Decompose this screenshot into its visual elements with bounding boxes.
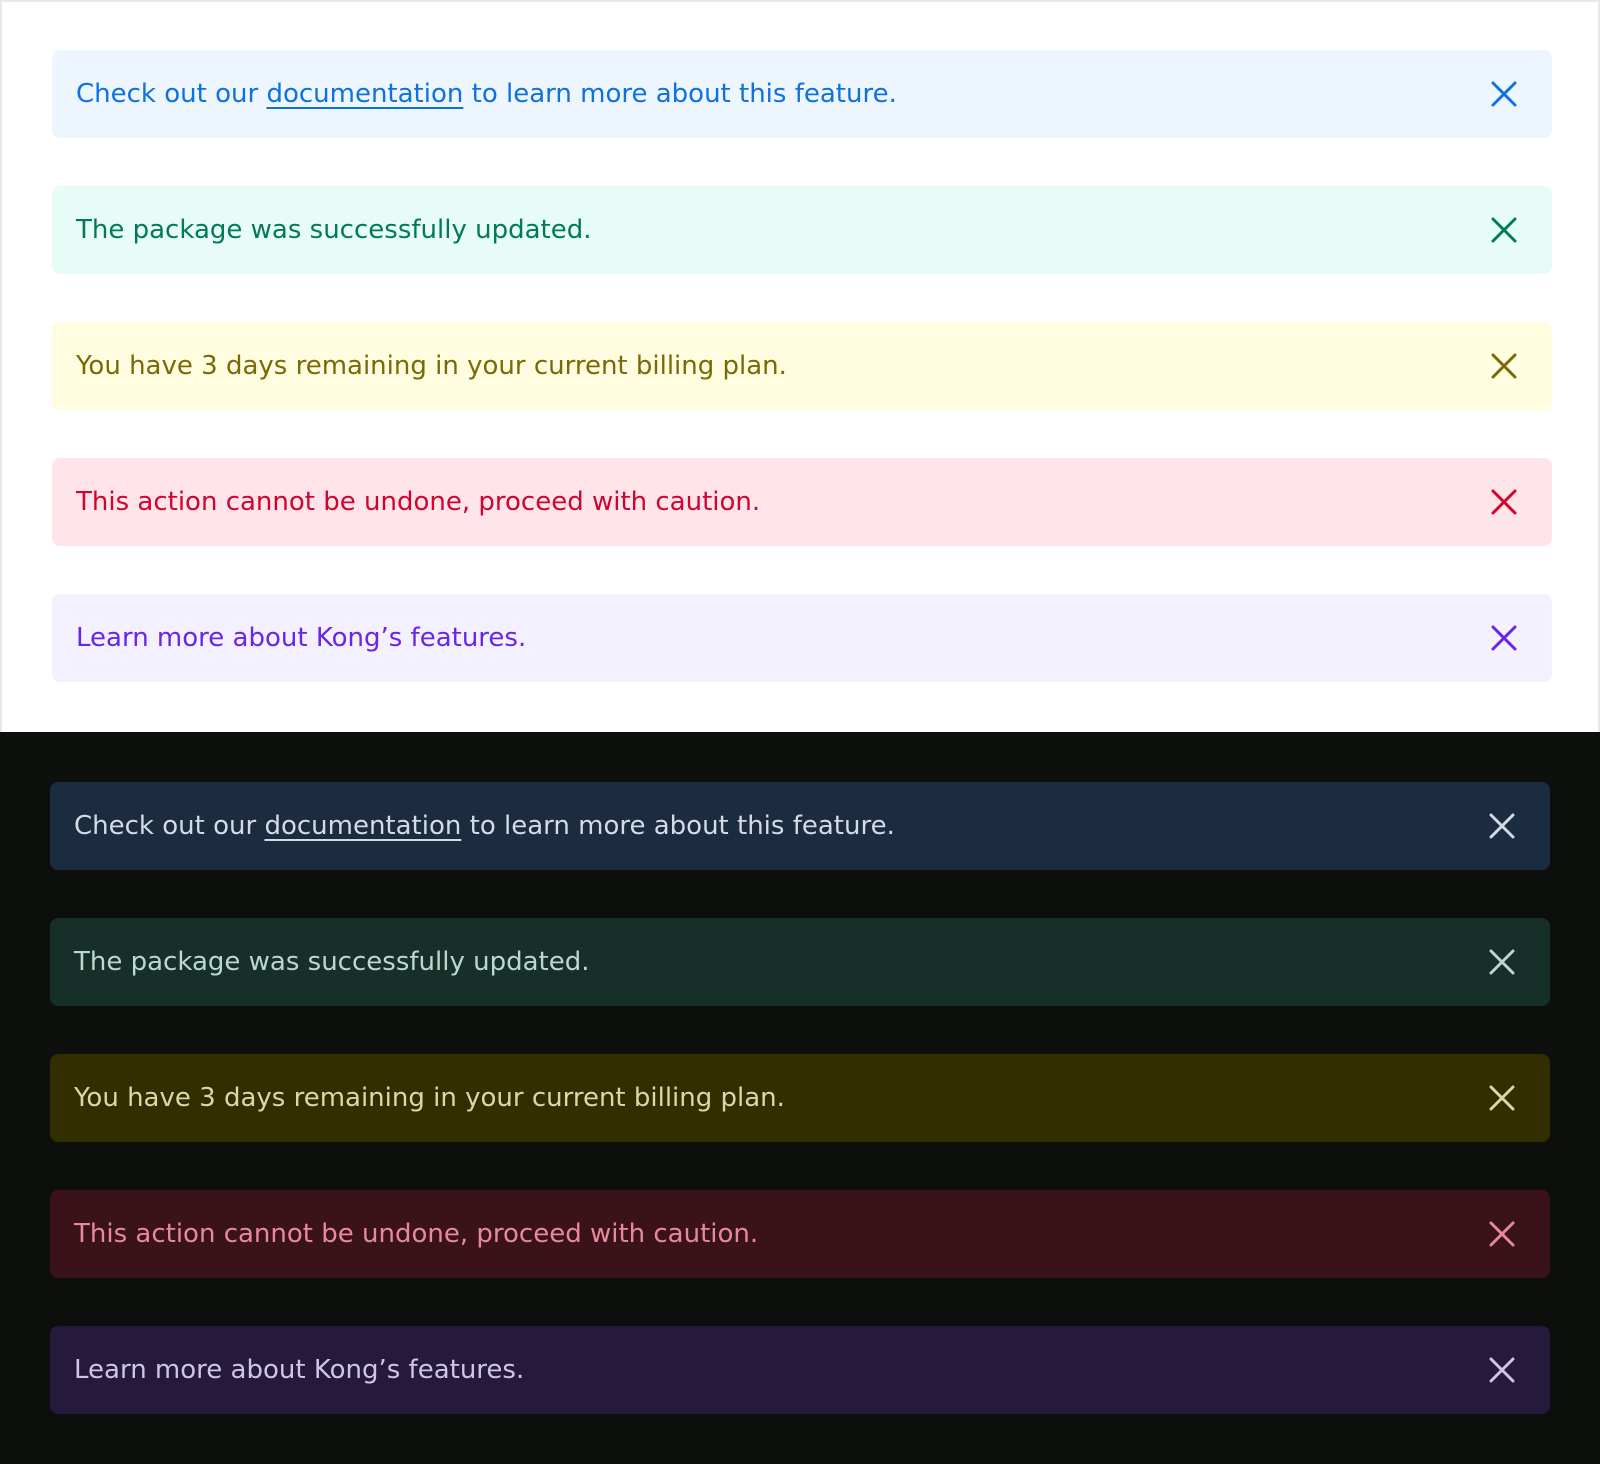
dismiss-button[interactable] [1484,74,1524,114]
close-icon [1489,813,1515,839]
alert-message: The package was successfully updated. [74,947,590,977]
alert-message: You have 3 days remaining in your curren… [74,1083,785,1113]
alert-decorative: Learn more about Kong’s features. [50,1326,1550,1414]
alert-message: You have 3 days remaining in your curren… [76,351,787,381]
alert-text-after: to learn more about this feature. [463,79,897,109]
close-icon [1491,489,1517,515]
alert-decorative: Learn more about Kong’s features. [52,594,1552,682]
close-icon [1491,217,1517,243]
alert-success: The package was successfully updated. [52,186,1552,274]
alert-message: This action cannot be undone, proceed wi… [74,1219,759,1249]
light-theme-panel: Check out our documentation to learn mor… [0,0,1600,732]
alert-message: Check out our documentation to learn mor… [74,813,1482,839]
dismiss-button[interactable] [1482,806,1522,846]
dark-theme-panel: Check out our documentation to learn mor… [0,732,1600,1464]
close-icon [1491,625,1517,651]
alert-success: The package was successfully updated. [50,918,1550,1006]
close-icon [1489,1357,1515,1383]
alert-text-before: Check out our [76,79,267,109]
close-icon [1491,353,1517,379]
alert-warning: You have 3 days remaining in your curren… [50,1054,1550,1142]
alert-danger: This action cannot be undone, proceed wi… [52,458,1552,546]
dismiss-button[interactable] [1484,482,1524,522]
alert-text-after: to learn more about this feature. [461,811,895,841]
close-icon [1489,949,1515,975]
dismiss-button[interactable] [1482,1214,1522,1254]
alert-danger: This action cannot be undone, proceed wi… [50,1190,1550,1278]
alert-message: Learn more about Kong’s features. [76,623,527,653]
close-icon [1491,81,1517,107]
alert-info: Check out our documentation to learn mor… [50,782,1550,870]
alert-message: This action cannot be undone, proceed wi… [76,487,761,517]
alert-text-before: Check out our [74,811,265,841]
documentation-link[interactable]: documentation [264,811,461,841]
alert-message: Check out our documentation to learn mor… [76,81,1484,107]
dismiss-button[interactable] [1484,618,1524,658]
close-icon [1489,1085,1515,1111]
close-icon [1489,1221,1515,1247]
alert-warning: You have 3 days remaining in your curren… [52,322,1552,410]
alert-info: Check out our documentation to learn mor… [52,50,1552,138]
dismiss-button[interactable] [1482,1350,1522,1390]
dismiss-button[interactable] [1484,346,1524,386]
alert-message: The package was successfully updated. [76,215,592,245]
dismiss-button[interactable] [1482,1078,1522,1118]
alert-message: Learn more about Kong’s features. [74,1355,525,1385]
dismiss-button[interactable] [1484,210,1524,250]
dismiss-button[interactable] [1482,942,1522,982]
documentation-link[interactable]: documentation [266,79,463,109]
